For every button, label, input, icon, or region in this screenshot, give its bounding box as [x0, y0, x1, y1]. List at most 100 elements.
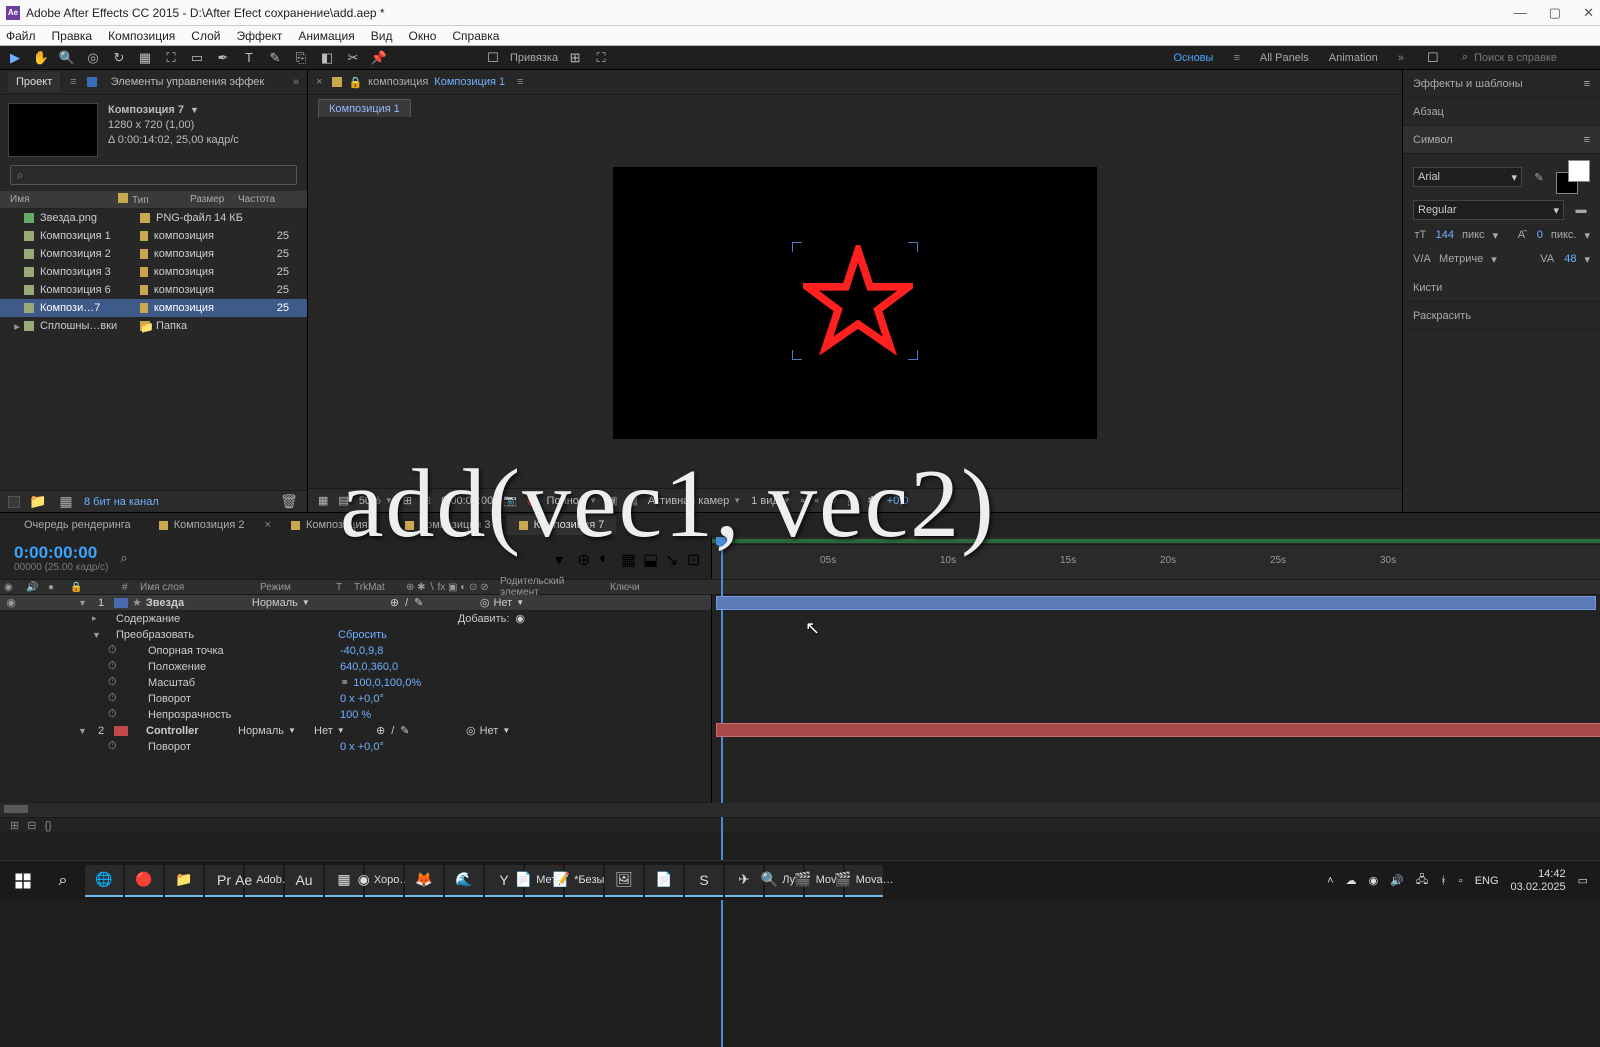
menu-window[interactable]: Окно	[408, 29, 436, 43]
tray-meet-icon[interactable]: ◉	[1369, 874, 1379, 887]
layer-row[interactable]: ◉ ▼ 1 ★ Звезда Нормаль▼ ⊕/✎ ◎Нет▼	[0, 595, 711, 611]
taskbar-app[interactable]: 📝*Безы…	[565, 865, 603, 897]
viewer-fast-icon[interactable]: ▫	[815, 495, 819, 507]
trash-icon[interactable]: 🗑	[279, 492, 299, 512]
reset-link[interactable]: Сбросить	[338, 629, 387, 641]
parent-dropdown[interactable]: Нет	[480, 725, 499, 737]
taskbar-search-icon[interactable]: ⌕	[44, 865, 82, 897]
tl-icon-3[interactable]: ◐	[599, 550, 615, 566]
sync-icon[interactable]: ☐	[1424, 49, 1442, 67]
blend-mode-dropdown[interactable]: Нормаль	[252, 597, 298, 609]
parent-dropdown[interactable]: Нет	[493, 597, 512, 609]
project-item[interactable]: ▸Сплошны…вки📁Папка	[0, 317, 307, 335]
effect-controls-tab[interactable]: Элементы управления эффек	[111, 76, 265, 88]
twirl-icon[interactable]: ▸	[92, 613, 102, 624]
trkmat-dropdown[interactable]: Нет	[314, 725, 333, 737]
stopwatch-icon[interactable]: ⏱	[108, 692, 120, 705]
sw-shy-icon[interactable]: ⊕	[376, 724, 385, 737]
maximize-button[interactable]: ▢	[1549, 5, 1561, 21]
brush-tool-icon[interactable]: ✎	[266, 49, 284, 67]
timeline-ruler[interactable]: 05s 10s 15s 20s 25s 30s	[712, 537, 1600, 579]
star-shape[interactable]	[803, 245, 913, 355]
prop-opacity[interactable]: Непрозрачность	[120, 709, 226, 721]
menu-help[interactable]: Справка	[452, 29, 499, 43]
minimize-button[interactable]: —	[1514, 5, 1527, 21]
new-comp-icon[interactable]: ▦	[56, 492, 76, 512]
taskbar-app[interactable]: S	[685, 865, 723, 897]
layer-color-swatch[interactable]	[114, 598, 128, 608]
taskbar-app[interactable]: AeAdob…	[245, 865, 283, 897]
project-item[interactable]: Компози…7композиция25	[0, 299, 307, 317]
menu-layer[interactable]: Слой	[191, 29, 220, 43]
mask-tool-icon[interactable]: ▭	[188, 49, 206, 67]
prop-transform[interactable]: Преобразовать	[102, 629, 208, 641]
tl-icon-7[interactable]: ⊡	[687, 550, 703, 566]
snap-opt2-icon[interactable]: ⛶	[592, 49, 610, 67]
font-family-dropdown[interactable]: Arial▾	[1413, 167, 1522, 187]
paint-panel[interactable]: Раскрасить	[1403, 302, 1600, 330]
visibility-toggle-icon[interactable]: ◉	[0, 596, 22, 609]
eraser-tool-icon[interactable]: ◧	[318, 49, 336, 67]
viewer-snapshot-icon[interactable]: 📷	[503, 494, 517, 507]
layer-color-swatch[interactable]	[114, 726, 128, 736]
menu-composition[interactable]: Композиция	[108, 29, 175, 43]
menu-file[interactable]: Файл	[6, 29, 36, 43]
text-tool-icon[interactable]: T	[240, 49, 258, 67]
render-queue-tab[interactable]: Очередь рендеринга	[12, 515, 143, 535]
panbehind-tool-icon[interactable]: ⛶	[162, 49, 180, 67]
paragraph-panel[interactable]: Абзац	[1403, 98, 1600, 126]
start-button[interactable]	[4, 865, 42, 897]
taskbar-app[interactable]: 📄	[645, 865, 683, 897]
opacity-value[interactable]: 100 %	[340, 709, 371, 721]
interpret-icon[interactable]	[8, 496, 20, 508]
prop-rotation[interactable]: Поворот	[120, 693, 226, 705]
prop-anchor[interactable]: Опорная точка	[120, 645, 226, 657]
link-icon[interactable]: ⚭	[340, 676, 349, 689]
tl-tab-comp3[interactable]: Композиция 3	[393, 515, 503, 535]
pen-tool-icon[interactable]: ✒	[214, 49, 232, 67]
comp-title-dropdown-icon[interactable]: ▼	[190, 104, 199, 116]
timeline-search-icon[interactable]: ⌕	[120, 550, 136, 566]
bit-depth-button[interactable]: 8 бит на канал	[84, 496, 159, 508]
prop-contents[interactable]: Содержание	[102, 613, 208, 625]
parent-pickwhip-icon[interactable]: ◎	[466, 724, 476, 737]
exposure-value[interactable]: +0,0	[887, 495, 909, 507]
project-item[interactable]: Композиция 6композиция25	[0, 281, 307, 299]
position-value[interactable]: 640,0,360,0	[340, 661, 398, 673]
taskbar-app[interactable]: 🖼	[605, 865, 643, 897]
twirl-icon[interactable]: ▼	[92, 630, 102, 640]
camera-tool-icon[interactable]: ▦	[136, 49, 154, 67]
project-item[interactable]: Звезда.pngPNG-файл14 КБ	[0, 209, 307, 227]
project-tab[interactable]: Проект	[8, 72, 60, 92]
project-item[interactable]: Композиция 1композиция25	[0, 227, 307, 245]
tl-tab-comp2[interactable]: Композиция 2	[147, 515, 257, 535]
viewer-grid-icon[interactable]: ⊟	[422, 494, 431, 507]
zoom-tool-icon[interactable]: 🔍	[58, 49, 76, 67]
sw-fx-icon[interactable]: ✎	[400, 724, 409, 737]
taskbar-clock[interactable]: 14:4203.02.2025	[1511, 868, 1566, 892]
workspace-animation[interactable]: Animation	[1329, 52, 1378, 64]
taskbar-app[interactable]: Au	[285, 865, 323, 897]
timeline-track-area[interactable]	[712, 595, 1600, 803]
rotation-value[interactable]: 0 x +0,0°	[340, 693, 384, 705]
menu-effect[interactable]: Эффект	[236, 29, 282, 43]
snap-opt1-icon[interactable]: ⊞	[566, 49, 584, 67]
viewer-layout-icon[interactable]: ⊞	[403, 494, 412, 507]
tracking-value[interactable]: 48	[1564, 253, 1576, 265]
tl-icon-5[interactable]: ⬓	[643, 550, 659, 566]
project-item[interactable]: Композиция 3композиция25	[0, 263, 307, 281]
viewer-adj-icon[interactable]: ✱	[868, 494, 877, 507]
viewer-tab[interactable]: Композиция 1	[318, 99, 411, 119]
blend-mode-dropdown[interactable]: Нормаль	[238, 725, 284, 737]
taskbar-app[interactable]: ◉Хоро…	[365, 865, 403, 897]
scale-value[interactable]: 100,0,100,0%	[353, 677, 421, 689]
prop-position[interactable]: Положение	[120, 661, 226, 673]
tl-icon-6[interactable]: ↘	[665, 550, 681, 566]
viewer-crumb-name[interactable]: Композиция 1	[434, 76, 505, 88]
tab-close-icon[interactable]: ×	[261, 519, 275, 531]
layer-row[interactable]: ▼ 2 Controller Нормаль▼ Нет▼ ⊕/✎ ◎Нет▼	[0, 723, 711, 739]
workspace-basics[interactable]: Основы	[1173, 52, 1213, 64]
twirl-icon[interactable]: ▼	[78, 726, 88, 736]
help-search-input[interactable]	[1474, 52, 1594, 64]
kerning-value[interactable]: Метриче	[1439, 253, 1483, 265]
